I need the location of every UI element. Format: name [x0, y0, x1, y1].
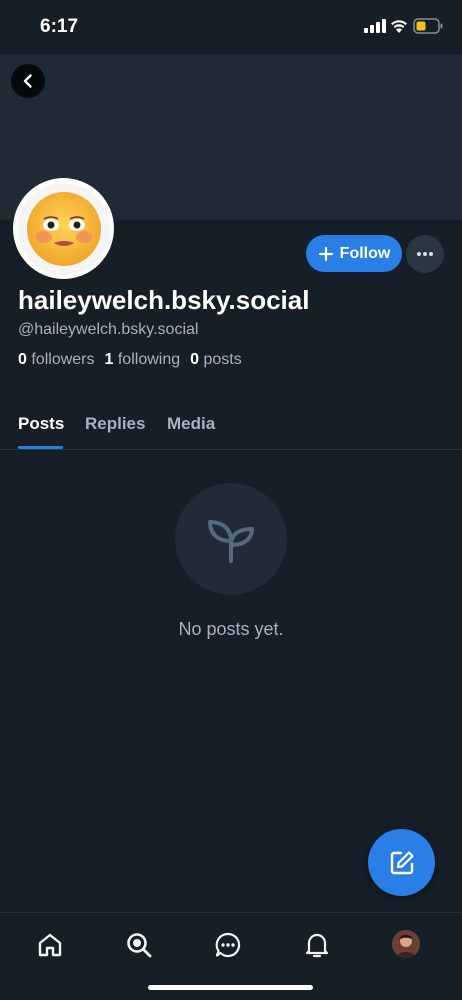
ellipsis-icon [417, 252, 433, 256]
avatar-image [17, 182, 110, 275]
seedling-icon [208, 520, 254, 563]
status-bar: 6:17 [0, 0, 462, 54]
follow-button[interactable]: Follow [306, 235, 402, 272]
compose-button[interactable] [368, 829, 435, 896]
profile-stats: 0 followers 1 following 0 posts [18, 351, 242, 369]
more-options-button[interactable] [406, 235, 444, 273]
nav-home[interactable] [35, 930, 65, 960]
nav-chat[interactable] [213, 930, 243, 960]
profile-handle: @haileywelch.bsky.social [18, 321, 199, 338]
empty-state-message: No posts yet. [178, 619, 284, 639]
compose-icon [390, 850, 414, 874]
posts-label: posts [203, 351, 242, 368]
back-button[interactable] [11, 64, 45, 98]
nav-notifications[interactable] [302, 930, 332, 960]
profile-avatar[interactable] [13, 178, 114, 279]
following-label: following [117, 351, 181, 368]
tab-media[interactable]: Media [167, 414, 215, 434]
wifi-icon [391, 20, 407, 33]
following-count: 1 [104, 351, 114, 368]
user-avatar-icon [392, 930, 420, 958]
emoji-face-icon [26, 191, 101, 266]
nav-profile-avatar[interactable] [392, 930, 420, 958]
active-tab-indicator [18, 446, 63, 449]
status-time: 6:17 [40, 16, 79, 37]
plus-icon [318, 246, 333, 261]
following-stat[interactable]: 1 following [105, 351, 181, 369]
battery-icon [413, 18, 443, 34]
followers-count: 0 [18, 351, 27, 368]
empty-state-icon-container [175, 483, 287, 595]
chat-icon [215, 932, 241, 958]
tab-replies[interactable]: Replies [85, 414, 145, 434]
posts-count: 0 [190, 351, 200, 368]
search-icon [127, 933, 152, 958]
display-name: haileywelch.bsky.social [18, 285, 310, 315]
followers-stat[interactable]: 0 followers [18, 351, 95, 369]
follow-label: Follow [339, 244, 391, 262]
tab-posts[interactable]: Posts [18, 414, 64, 434]
bell-icon [305, 933, 329, 958]
profile-tabs: Posts Replies Media [0, 400, 462, 450]
home-indicator [148, 985, 313, 990]
home-icon [38, 933, 62, 957]
signal-icon [364, 19, 386, 33]
posts-stat: 0 posts [190, 351, 242, 369]
nav-search[interactable] [124, 930, 154, 960]
chevron-left-icon [23, 74, 32, 88]
followers-label: followers [31, 351, 95, 368]
